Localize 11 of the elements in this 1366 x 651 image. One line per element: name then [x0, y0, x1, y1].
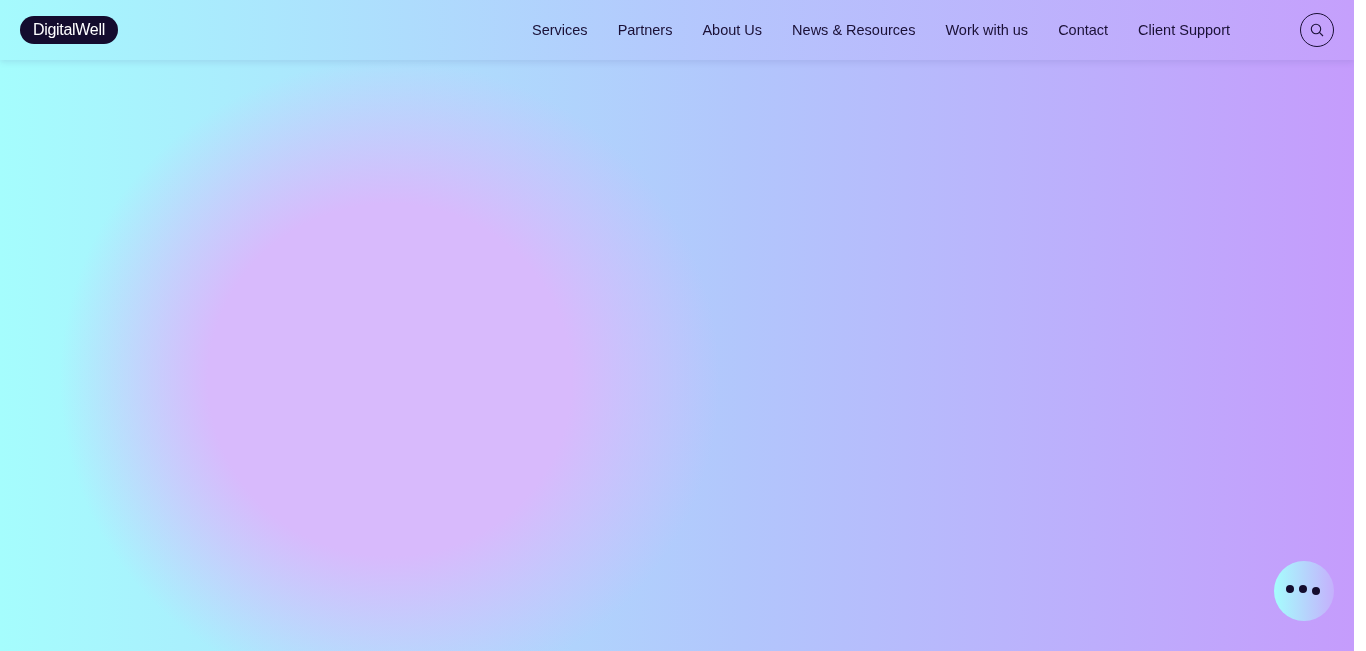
search-icon [1310, 23, 1324, 37]
nav-link[interactable]: Work with us [945, 22, 1029, 38]
dots-icon [1286, 584, 1322, 598]
nav-link[interactable]: Contact [1058, 22, 1109, 38]
nav-link[interactable]: About Us [702, 22, 763, 38]
nav-link[interactable]: Services [532, 22, 588, 38]
chat-button[interactable] [1274, 561, 1334, 621]
nav-link[interactable]: Client Support [1138, 22, 1230, 38]
nav-link[interactable]: News & Resources [792, 22, 916, 38]
logo[interactable]: DigitalWell [20, 16, 118, 44]
nav-link[interactable]: Partners [617, 22, 673, 38]
